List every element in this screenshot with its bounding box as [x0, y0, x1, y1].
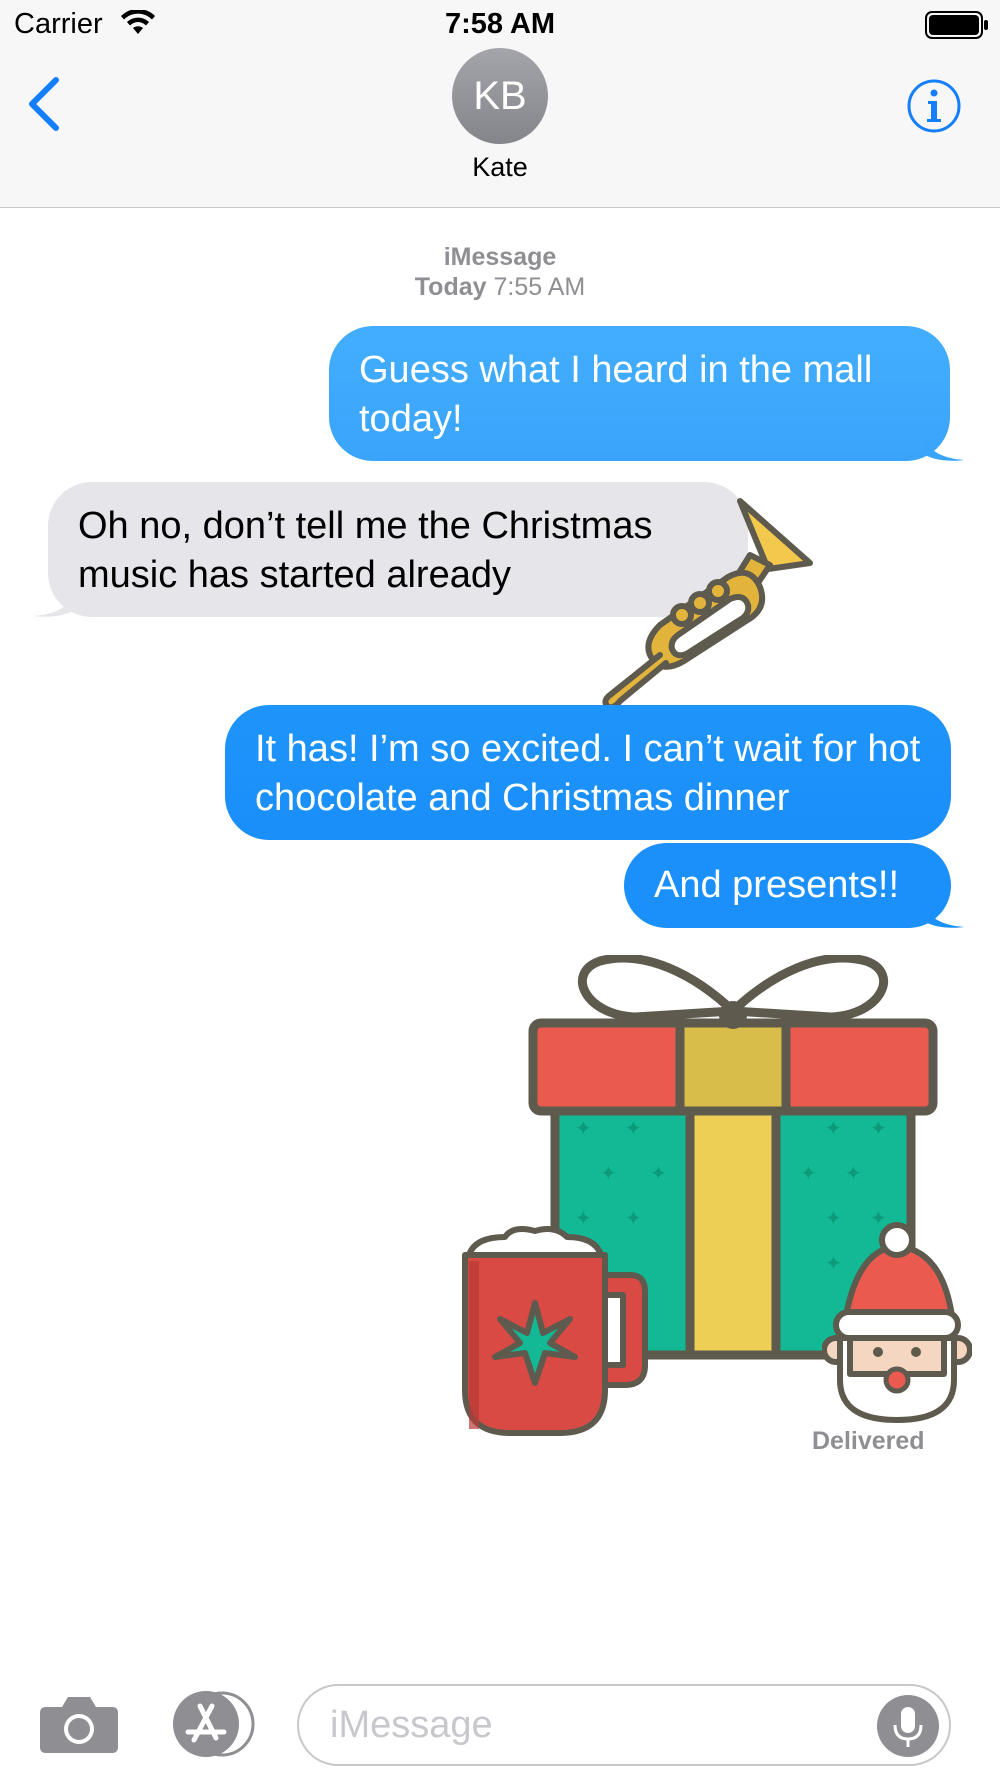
svg-text:✦: ✦: [845, 1161, 862, 1185]
hot-chocolate-mug-sticker[interactable]: [455, 1225, 665, 1440]
info-icon[interactable]: [906, 78, 962, 134]
svg-text:✦: ✦: [650, 1161, 667, 1185]
trumpet-sticker[interactable]: [600, 495, 815, 705]
service-label: iMessage: [443, 243, 557, 271]
microphone-icon: [893, 1707, 923, 1747]
back-chevron-icon[interactable]: [26, 76, 62, 132]
app-store-icon[interactable]: [170, 1690, 256, 1758]
bubble-tail: [924, 903, 964, 928]
delivery-status: Delivered: [812, 1427, 925, 1455]
svg-text:✦: ✦: [800, 1161, 817, 1185]
bubble-tail: [924, 436, 964, 461]
microphone-button[interactable]: [877, 1695, 939, 1757]
avatar[interactable]: KB: [452, 48, 548, 144]
message-input-placeholder: iMessage: [330, 1704, 493, 1746]
timestamp-day: Today: [414, 273, 487, 301]
svg-text:✦: ✦: [870, 1116, 887, 1140]
contact-name[interactable]: Kate: [0, 152, 1000, 183]
svg-text:✦: ✦: [825, 1116, 842, 1140]
svg-text:✦: ✦: [625, 1116, 642, 1140]
thread-timestamp: Today 7:55 AM: [0, 273, 1000, 302]
message-bubble-outgoing[interactable]: It has! I’m so excited. I can’t wait for…: [225, 705, 951, 840]
timestamp-time: 7:55 AM: [493, 273, 586, 301]
message-bubble-outgoing[interactable]: And presents!!: [624, 843, 951, 928]
message-bubble-outgoing[interactable]: Guess what I heard in the mall today!: [329, 326, 950, 461]
svg-text:✦: ✦: [600, 1161, 617, 1185]
status-time: 7:58 AM: [444, 8, 556, 40]
camera-icon[interactable]: [40, 1693, 118, 1753]
santa-sticker[interactable]: [822, 1220, 972, 1425]
battery-icon: [925, 11, 988, 39]
svg-text:✦: ✦: [575, 1116, 592, 1140]
